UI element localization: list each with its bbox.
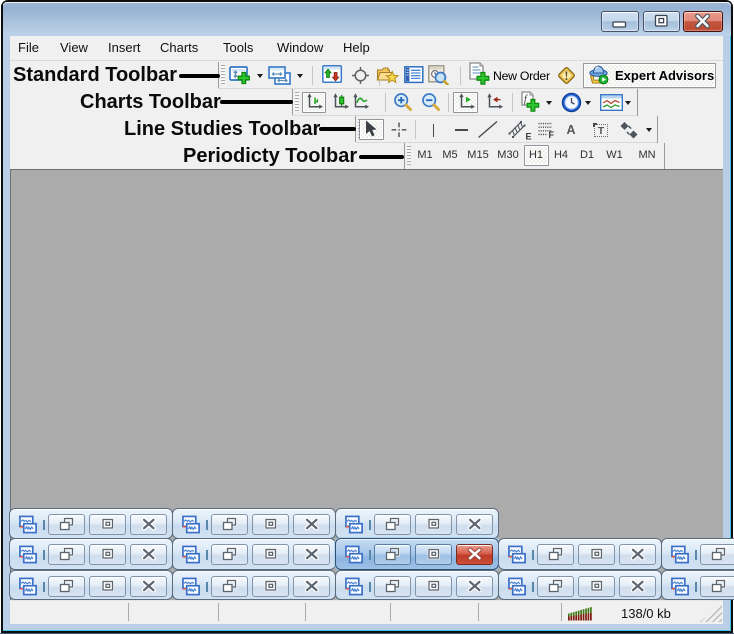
svg-text:E: E <box>526 132 532 141</box>
svg-text:!: ! <box>564 69 568 83</box>
svg-text:F: F <box>549 130 555 139</box>
